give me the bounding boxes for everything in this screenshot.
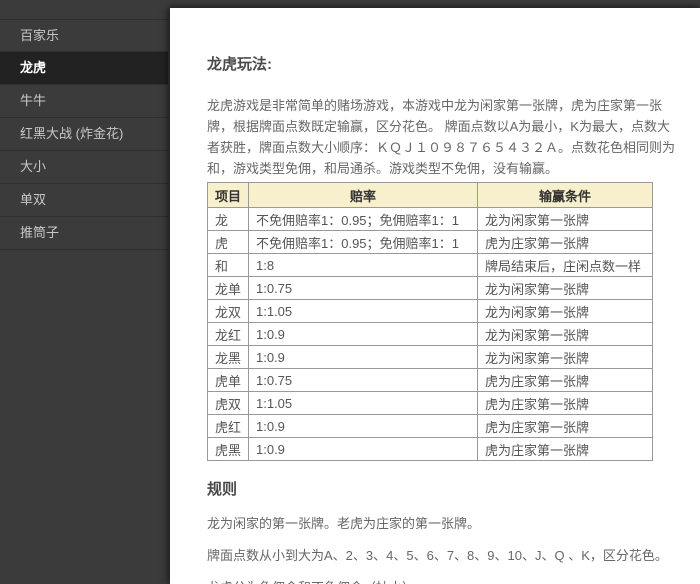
cell-item: 虎: [208, 231, 249, 254]
cell-condition: 龙为闲家第一张牌: [478, 208, 653, 231]
table-row: 龙红 1:0.9 龙为闲家第一张牌: [208, 323, 653, 346]
cell-item: 虎黑: [208, 438, 249, 461]
table-row: 虎红 1:0.9 虎为庄家第一张牌: [208, 415, 653, 438]
cell-odds: 1:0.9: [249, 415, 478, 438]
cell-condition: 虎为庄家第一张牌: [478, 369, 653, 392]
cell-item: 和: [208, 254, 249, 277]
intro-paragraph: 龙虎游戏是非常简单的赌场游戏，本游戏中龙为闲家第一张牌，虎为庄家第一张牌，根据牌…: [207, 95, 675, 179]
cell-item: 虎双: [208, 392, 249, 415]
cell-odds: 1:1.05: [249, 392, 478, 415]
cell-item: 虎单: [208, 369, 249, 392]
sidebar: 百家乐 龙虎 牛牛 红黑大战 (炸金花) 大小 单双 推筒子: [0, 0, 168, 584]
cell-condition: 虎为庄家第一张牌: [478, 231, 653, 254]
cell-odds: 不免佣赔率1：0.95；免佣赔率1：1: [249, 208, 478, 231]
cell-item: 龙单: [208, 277, 249, 300]
cell-odds: 1:0.75: [249, 277, 478, 300]
table-row: 虎单 1:0.75 虎为庄家第一张牌: [208, 369, 653, 392]
odds-table: 项目 赔率 输赢条件 龙 不免佣赔率1：0.95；免佣赔率1：1 龙为闲家第一张…: [207, 182, 653, 461]
sidebar-item-danshuang[interactable]: 单双: [0, 184, 168, 217]
table-row: 龙 不免佣赔率1：0.95；免佣赔率1：1 龙为闲家第一张牌: [208, 208, 653, 231]
table-row: 龙单 1:0.75 龙为闲家第一张牌: [208, 277, 653, 300]
cell-condition: 龙为闲家第一张牌: [478, 300, 653, 323]
cell-condition: 龙为闲家第一张牌: [478, 346, 653, 369]
cell-condition: 虎为庄家第一张牌: [478, 392, 653, 415]
cell-odds: 1:8: [249, 254, 478, 277]
rule-paragraph: 牌面点数从小到大为A、2、3、4、5、6、7、8、9、10、J、Q 、K，区分花…: [207, 545, 675, 566]
table-header-row: 项目 赔率 输赢条件: [208, 183, 653, 208]
rules-heading: 规则: [207, 480, 675, 500]
cell-item: 龙黑: [208, 346, 249, 369]
cell-item: 龙双: [208, 300, 249, 323]
cell-item: 龙: [208, 208, 249, 231]
cell-odds: 1:1.05: [249, 300, 478, 323]
cell-odds: 不免佣赔率1：0.95；免佣赔率1：1: [249, 231, 478, 254]
cell-condition: 虎为庄家第一张牌: [478, 438, 653, 461]
sidebar-item-tuitongzi[interactable]: 推筒子: [0, 217, 168, 250]
sidebar-item-baijiale[interactable]: 百家乐: [0, 19, 168, 52]
rule-paragraph: 龙为闲家的第一张牌。老虎为庄家的第一张牌。: [207, 513, 675, 534]
sidebar-item-honghei-dazhan[interactable]: 红黑大战 (炸金花): [0, 118, 168, 151]
table-row: 虎 不免佣赔率1：0.95；免佣赔率1：1 虎为庄家第一张牌: [208, 231, 653, 254]
cell-odds: 1:0.9: [249, 438, 478, 461]
sidebar-item-daxiao[interactable]: 大小: [0, 151, 168, 184]
cell-condition: 龙为闲家第一张牌: [478, 323, 653, 346]
table-row: 龙黑 1:0.9 龙为闲家第一张牌: [208, 346, 653, 369]
cell-condition: 牌局结束后，庄闲点数一样: [478, 254, 653, 277]
column-header-condition: 输赢条件: [478, 183, 653, 208]
rule-paragraph: 龙虎分为免佣金和不免佣金（抽水）: [207, 577, 675, 584]
cell-odds: 1:0.9: [249, 323, 478, 346]
cell-condition: 虎为庄家第一张牌: [478, 415, 653, 438]
table-row: 龙双 1:1.05 龙为闲家第一张牌: [208, 300, 653, 323]
content-panel: 龙虎玩法: 龙虎游戏是非常简单的赌场游戏，本游戏中龙为闲家第一张牌，虎为庄家第一…: [170, 8, 700, 584]
page-title: 龙虎玩法:: [207, 55, 675, 75]
table-row: 虎黑 1:0.9 虎为庄家第一张牌: [208, 438, 653, 461]
cell-item: 虎红: [208, 415, 249, 438]
table-row: 虎双 1:1.05 虎为庄家第一张牌: [208, 392, 653, 415]
cell-condition: 龙为闲家第一张牌: [478, 277, 653, 300]
column-header-odds: 赔率: [249, 183, 478, 208]
cell-odds: 1:0.75: [249, 369, 478, 392]
column-header-item: 项目: [208, 183, 249, 208]
cell-odds: 1:0.9: [249, 346, 478, 369]
cell-item: 龙红: [208, 323, 249, 346]
sidebar-item-niuniu[interactable]: 牛牛: [0, 85, 168, 118]
sidebar-item-longhu[interactable]: 龙虎: [0, 52, 168, 85]
table-row: 和 1:8 牌局结束后，庄闲点数一样: [208, 254, 653, 277]
